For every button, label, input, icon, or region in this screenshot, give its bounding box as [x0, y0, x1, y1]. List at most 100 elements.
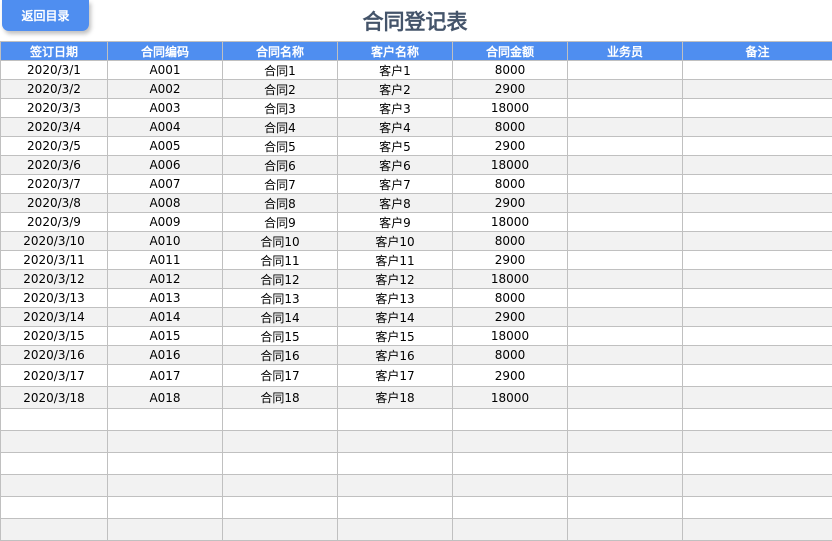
cell-salesperson[interactable]	[567, 98, 683, 118]
empty-cell[interactable]	[682, 430, 832, 453]
empty-cell[interactable]	[682, 518, 832, 541]
cell-customer-name[interactable]: 客户5	[337, 136, 453, 156]
cell-contract-code[interactable]: A005	[107, 136, 223, 156]
cell-contract-name[interactable]: 合同6	[222, 155, 338, 175]
cell-contract-amount[interactable]: 2900	[452, 136, 568, 156]
empty-cell[interactable]	[222, 474, 338, 497]
cell-customer-name[interactable]: 客户18	[337, 386, 453, 409]
cell-contract-amount[interactable]: 18000	[452, 269, 568, 289]
cell-contract-name[interactable]: 合同10	[222, 231, 338, 251]
cell-contract-amount[interactable]: 18000	[452, 386, 568, 409]
cell-customer-name[interactable]: 客户9	[337, 212, 453, 232]
cell-customer-name[interactable]: 客户12	[337, 269, 453, 289]
empty-cell[interactable]	[107, 452, 223, 475]
cell-sign-date[interactable]: 2020/3/9	[0, 212, 108, 232]
cell-contract-amount[interactable]: 8000	[452, 60, 568, 80]
cell-salesperson[interactable]	[567, 117, 683, 137]
cell-salesperson[interactable]	[567, 345, 683, 365]
cell-contract-amount[interactable]: 2900	[452, 79, 568, 99]
cell-remarks[interactable]	[682, 231, 832, 251]
cell-contract-amount[interactable]: 18000	[452, 98, 568, 118]
cell-remarks[interactable]	[682, 212, 832, 232]
cell-remarks[interactable]	[682, 326, 832, 346]
empty-cell[interactable]	[452, 452, 568, 475]
empty-cell[interactable]	[0, 474, 108, 497]
cell-salesperson[interactable]	[567, 231, 683, 251]
cell-remarks[interactable]	[682, 307, 832, 327]
cell-contract-amount[interactable]: 8000	[452, 231, 568, 251]
cell-remarks[interactable]	[682, 386, 832, 409]
cell-customer-name[interactable]: 客户15	[337, 326, 453, 346]
cell-salesperson[interactable]	[567, 326, 683, 346]
column-header-contract-name[interactable]: 合同名称	[222, 41, 338, 61]
cell-salesperson[interactable]	[567, 364, 683, 387]
cell-remarks[interactable]	[682, 98, 832, 118]
cell-contract-code[interactable]: A018	[107, 386, 223, 409]
cell-sign-date[interactable]: 2020/3/13	[0, 288, 108, 308]
cell-contract-code[interactable]: A004	[107, 117, 223, 137]
cell-customer-name[interactable]: 客户7	[337, 174, 453, 194]
cell-customer-name[interactable]: 客户4	[337, 117, 453, 137]
empty-cell[interactable]	[682, 496, 832, 519]
cell-remarks[interactable]	[682, 193, 832, 213]
cell-contract-amount[interactable]: 18000	[452, 212, 568, 232]
cell-contract-name[interactable]: 合同7	[222, 174, 338, 194]
cell-remarks[interactable]	[682, 60, 832, 80]
cell-sign-date[interactable]: 2020/3/15	[0, 326, 108, 346]
cell-sign-date[interactable]: 2020/3/5	[0, 136, 108, 156]
empty-cell[interactable]	[107, 430, 223, 453]
cell-salesperson[interactable]	[567, 386, 683, 409]
cell-contract-amount[interactable]: 2900	[452, 193, 568, 213]
empty-cell[interactable]	[107, 518, 223, 541]
column-header-contract-code[interactable]: 合同编码	[107, 41, 223, 61]
cell-sign-date[interactable]: 2020/3/17	[0, 364, 108, 387]
cell-contract-amount[interactable]: 2900	[452, 364, 568, 387]
empty-cell[interactable]	[452, 474, 568, 497]
cell-salesperson[interactable]	[567, 307, 683, 327]
cell-contract-name[interactable]: 合同5	[222, 136, 338, 156]
empty-cell[interactable]	[0, 430, 108, 453]
cell-contract-code[interactable]: A010	[107, 231, 223, 251]
cell-salesperson[interactable]	[567, 193, 683, 213]
cell-customer-name[interactable]: 客户11	[337, 250, 453, 270]
empty-cell[interactable]	[337, 430, 453, 453]
cell-contract-code[interactable]: A007	[107, 174, 223, 194]
empty-cell[interactable]	[567, 518, 683, 541]
cell-contract-code[interactable]: A013	[107, 288, 223, 308]
cell-customer-name[interactable]: 客户8	[337, 193, 453, 213]
cell-salesperson[interactable]	[567, 212, 683, 232]
empty-cell[interactable]	[567, 430, 683, 453]
cell-remarks[interactable]	[682, 117, 832, 137]
cell-sign-date[interactable]: 2020/3/12	[0, 269, 108, 289]
cell-salesperson[interactable]	[567, 60, 683, 80]
empty-cell[interactable]	[567, 408, 683, 431]
empty-cell[interactable]	[222, 430, 338, 453]
cell-contract-name[interactable]: 合同1	[222, 60, 338, 80]
cell-salesperson[interactable]	[567, 136, 683, 156]
cell-customer-name[interactable]: 客户13	[337, 288, 453, 308]
cell-contract-name[interactable]: 合同3	[222, 98, 338, 118]
empty-cell[interactable]	[0, 452, 108, 475]
cell-contract-code[interactable]: A009	[107, 212, 223, 232]
cell-sign-date[interactable]: 2020/3/14	[0, 307, 108, 327]
empty-cell[interactable]	[337, 408, 453, 431]
cell-remarks[interactable]	[682, 269, 832, 289]
empty-cell[interactable]	[337, 452, 453, 475]
cell-contract-name[interactable]: 合同13	[222, 288, 338, 308]
cell-remarks[interactable]	[682, 79, 832, 99]
empty-cell[interactable]	[337, 496, 453, 519]
cell-contract-code[interactable]: A017	[107, 364, 223, 387]
cell-salesperson[interactable]	[567, 174, 683, 194]
cell-contract-name[interactable]: 合同15	[222, 326, 338, 346]
cell-remarks[interactable]	[682, 174, 832, 194]
empty-cell[interactable]	[222, 408, 338, 431]
cell-sign-date[interactable]: 2020/3/16	[0, 345, 108, 365]
empty-cell[interactable]	[682, 452, 832, 475]
cell-remarks[interactable]	[682, 364, 832, 387]
cell-customer-name[interactable]: 客户3	[337, 98, 453, 118]
cell-contract-name[interactable]: 合同12	[222, 269, 338, 289]
empty-cell[interactable]	[222, 518, 338, 541]
cell-contract-amount[interactable]: 8000	[452, 117, 568, 137]
cell-contract-code[interactable]: A014	[107, 307, 223, 327]
column-header-salesperson[interactable]: 业务员	[567, 41, 683, 61]
